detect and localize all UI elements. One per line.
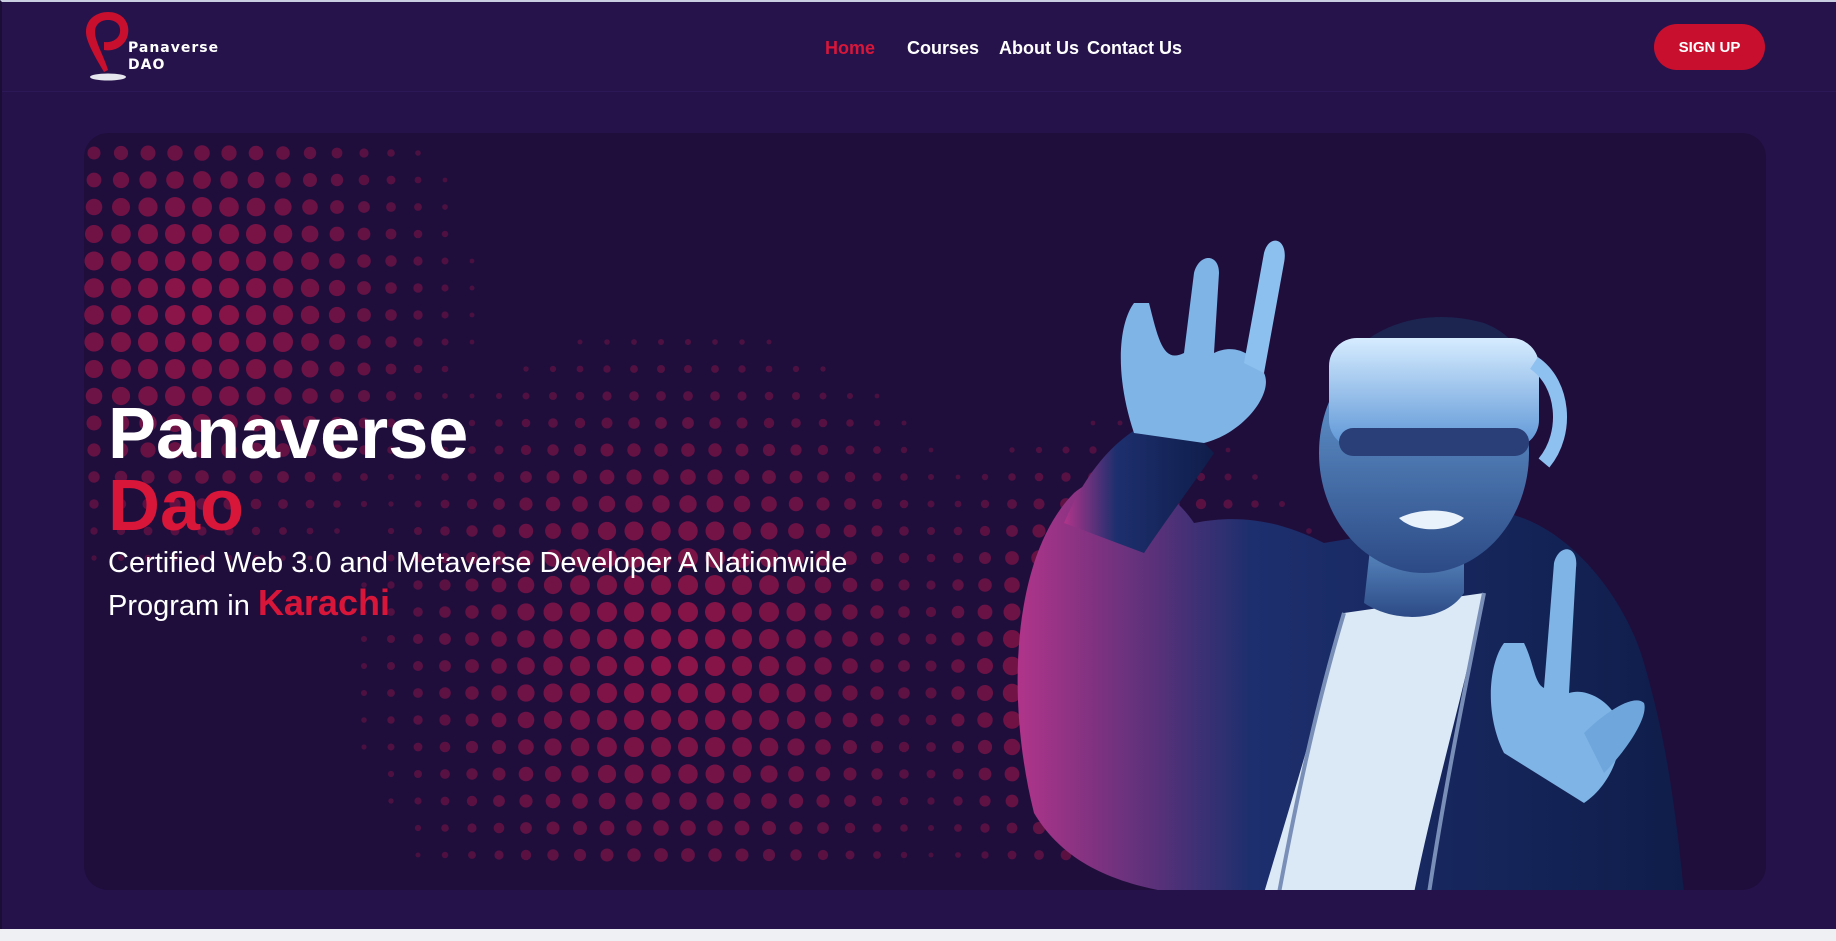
hero-title: Panaverse [108, 394, 469, 474]
hero-subtitle-text: Certified Web 3.0 and Metaverse Develope… [108, 547, 848, 622]
main-nav: Home Courses About Us Contact Us [2, 38, 1836, 62]
navbar: Panaverse DAO Home Courses About Us Cont… [2, 2, 1836, 92]
hero-subtitle-city: Karachi [257, 582, 390, 623]
vr-headset-person-illustration [1017, 240, 1684, 890]
hero-title-accent: Dao [108, 466, 245, 546]
page: Panaverse DAO Home Courses About Us Cont… [0, 0, 1836, 929]
hero-subtitle: Certified Web 3.0 and Metaverse Develope… [108, 543, 908, 626]
hero-section: Panaverse Dao Certified Web 3.0 and Meta… [84, 133, 1766, 890]
nav-courses[interactable]: Courses [907, 38, 979, 59]
nav-about-us[interactable]: About Us [999, 38, 1079, 59]
nav-contact-us[interactable]: Contact Us [1087, 38, 1182, 59]
signup-button[interactable]: SIGN UP [1654, 24, 1765, 70]
nav-home[interactable]: Home [825, 38, 875, 59]
